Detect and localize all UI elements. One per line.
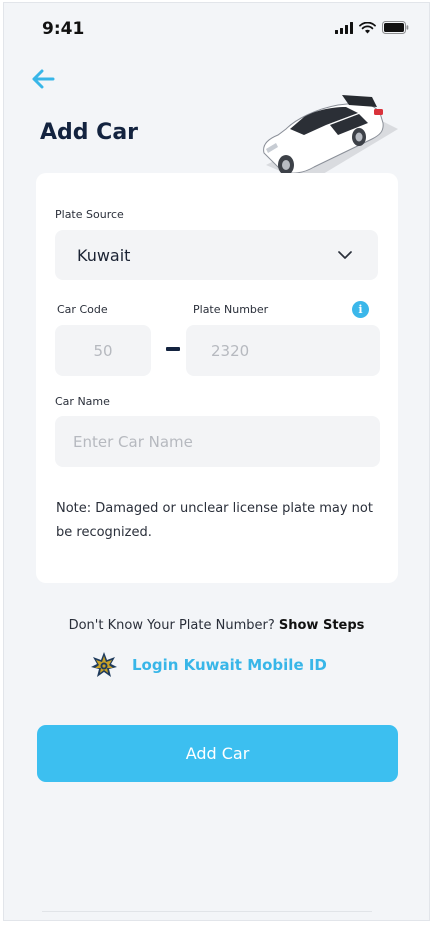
plate-help-row: Don't Know Your Plate Number? Show Steps	[4, 618, 429, 633]
status-icons	[335, 21, 409, 34]
plate-source-label: Plate Source	[55, 208, 124, 221]
arrow-left-icon	[32, 69, 55, 89]
wifi-icon	[359, 21, 376, 33]
plate-source-select[interactable]: Kuwait	[55, 230, 378, 280]
login-kuwait-mobile-id-button[interactable]: Login Kuwait Mobile ID	[90, 650, 327, 680]
plate-separator-dash	[166, 347, 180, 351]
car-name-label: Car Name	[55, 395, 110, 408]
status-bar: 9:41	[4, 3, 429, 53]
plate-source-value: Kuwait	[77, 245, 131, 265]
plate-number-input[interactable]	[186, 325, 380, 376]
signal-icon	[335, 21, 353, 34]
chevron-down-icon	[338, 250, 352, 259]
plate-number-label: Plate Number	[193, 303, 269, 316]
car-name-input[interactable]	[55, 416, 380, 467]
page-title: Add Car	[40, 120, 139, 145]
login-kuwait-mobile-id-label: Login Kuwait Mobile ID	[132, 656, 327, 674]
add-car-screen: 9:41 Add Car Plate Source Kuwait Car Cod…	[3, 2, 430, 921]
car-code-input[interactable]	[55, 325, 151, 376]
plate-help-question: Don't Know Your Plate Number?	[68, 618, 279, 633]
bottom-divider	[42, 911, 372, 912]
plate-note: Note: Damaged or unclear license plate m…	[56, 501, 373, 540]
add-car-button[interactable]: Add Car	[37, 725, 398, 782]
info-icon[interactable]: i	[352, 301, 369, 318]
status-time: 9:41	[42, 19, 85, 39]
kuwait-emblem-icon	[91, 652, 117, 677]
back-button[interactable]	[28, 65, 58, 93]
show-steps-link[interactable]: Show Steps	[279, 618, 365, 633]
battery-icon	[382, 21, 409, 34]
add-car-form-card: Plate Source Kuwait Car Code Plate Numbe…	[36, 173, 398, 583]
car-code-label: Car Code	[57, 303, 108, 316]
